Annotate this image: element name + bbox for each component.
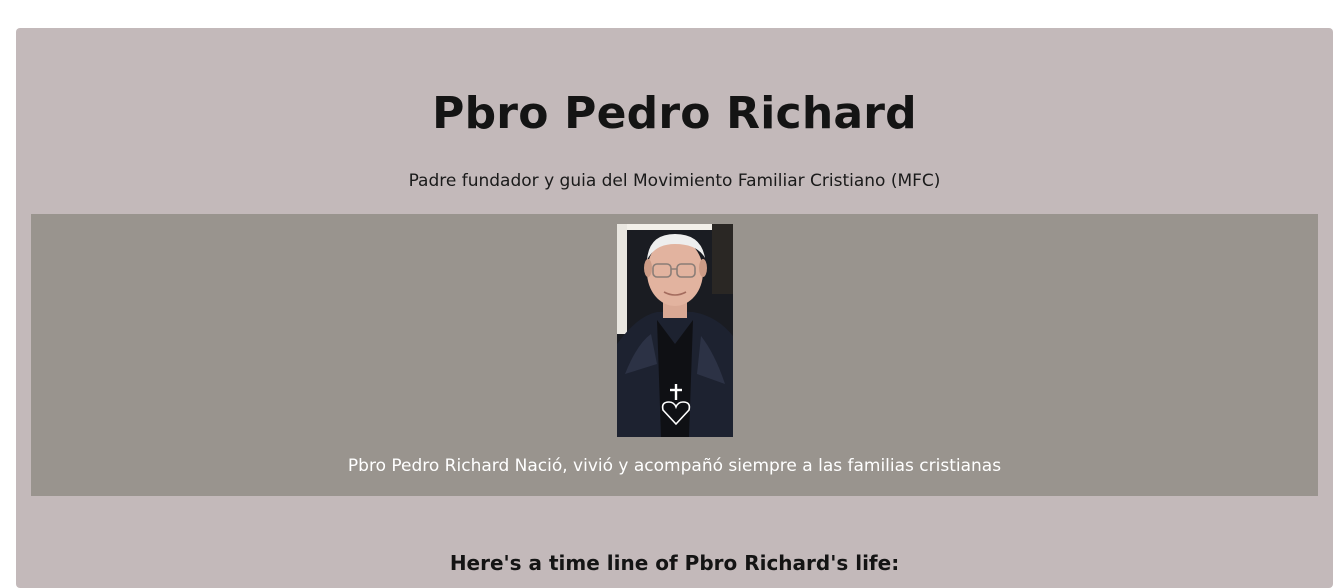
portrait-image [617,224,733,437]
image-panel: Pbro Pedro Richard Nació, vivió y acompa… [31,214,1318,496]
main-container: Pbro Pedro Richard Padre fundador y guia… [16,28,1333,588]
page-subtitle: Padre fundador y guia del Movimiento Fam… [408,171,941,191]
image-caption: Pbro Pedro Richard Nació, vivió y acompa… [347,456,1002,476]
page-title: Pbro Pedro Richard [432,88,917,139]
timeline-heading: Here's a time line of Pbro Richard's lif… [449,551,900,575]
